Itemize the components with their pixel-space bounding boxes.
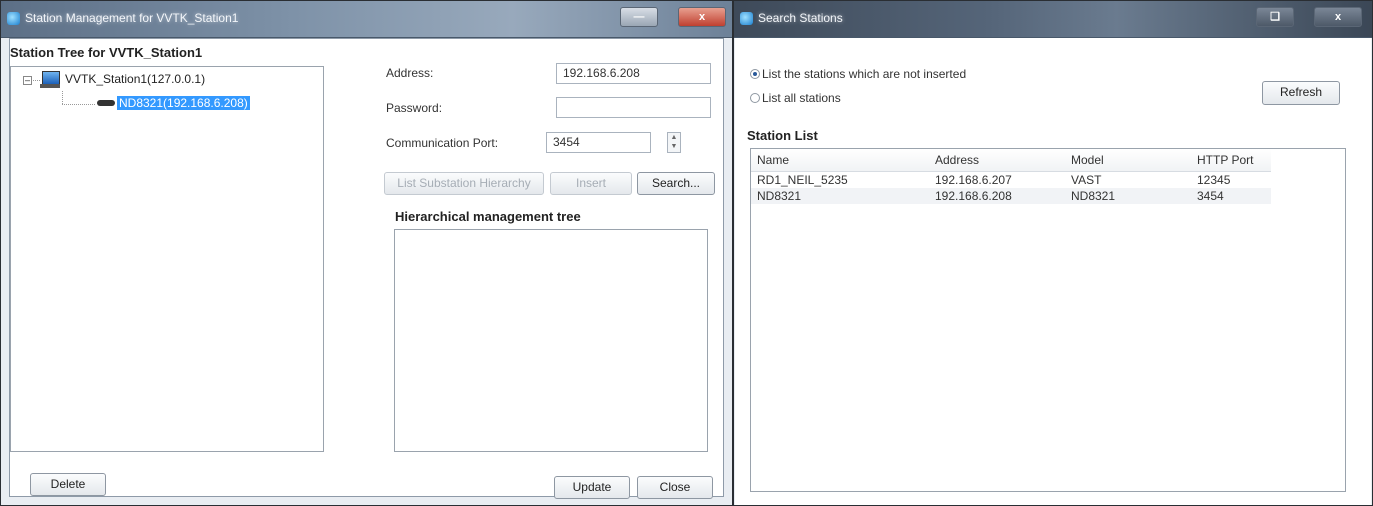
search-stations-window: Search Stations ❏ x List the stations wh…: [733, 0, 1373, 506]
station-list-label: Station List: [747, 128, 818, 143]
column-header-name[interactable]: Name: [751, 149, 929, 172]
cell-address: 192.168.6.208: [929, 188, 1065, 204]
close-button[interactable]: Close: [637, 476, 713, 499]
title-bar-search[interactable]: Search Stations ❏ x: [734, 1, 1372, 38]
hierarchical-tree-label: Hierarchical management tree: [395, 209, 581, 224]
window-title: Station Management for VVTK_Station1: [25, 11, 239, 25]
all-stations-label[interactable]: List all stations: [762, 91, 841, 105]
cell-address: 192.168.6.207: [935, 173, 1012, 187]
insert-button[interactable]: Insert: [550, 172, 632, 195]
search-window-client: List the stations which are not inserted…: [735, 38, 1371, 505]
search-button[interactable]: Search...: [637, 172, 715, 195]
computer-icon-base: [40, 84, 60, 88]
tree-item-station[interactable]: VVTK_Station1(127.0.0.1): [65, 72, 205, 86]
password-label: Password:: [386, 101, 443, 115]
radio-all-stations[interactable]: [750, 93, 760, 103]
tree-line: [33, 80, 40, 81]
station-management-window: Station Management for VVTK_Station1 — x…: [0, 0, 733, 506]
password-field[interactable]: [556, 97, 711, 118]
communication-port-field[interactable]: 3454: [546, 132, 651, 153]
close-window-button[interactable]: x: [678, 7, 726, 27]
address-label: Address:: [386, 66, 434, 80]
search-window-title: Search Stations: [758, 11, 843, 25]
close-search-window-button[interactable]: x: [1314, 7, 1362, 27]
table-row[interactable]: ND8321 192.168.6.208 ND8321 3454: [751, 188, 1271, 204]
communication-port-label: Communication Port:: [386, 136, 499, 150]
hierarchical-tree[interactable]: [394, 229, 708, 452]
list-substation-hierarchy-button[interactable]: List Substation Hierarchy: [384, 172, 544, 195]
restore-button[interactable]: ❏: [1256, 7, 1294, 27]
delete-button[interactable]: Delete: [30, 473, 106, 496]
cell-http-port: 12345: [1197, 173, 1231, 187]
tree-line-vertical: [62, 91, 63, 104]
tree-item-nd8321[interactable]: ND8321(192.168.6.208): [117, 96, 250, 110]
column-header-http-port[interactable]: HTTP Port: [1191, 149, 1271, 172]
tree-line-child: [62, 104, 95, 105]
cell-name: RD1_NEIL_5235: [757, 173, 848, 187]
device-icon: [97, 100, 115, 106]
column-header-address[interactable]: Address: [929, 149, 1065, 172]
table-row[interactable]: RD1_NEIL_5235 192.168.6.207 VAST 12345: [751, 172, 1271, 189]
cell-model: ND8321: [1065, 188, 1191, 204]
minimize-button[interactable]: —: [620, 7, 658, 27]
column-header-model[interactable]: Model: [1065, 149, 1191, 172]
computer-icon: [42, 71, 60, 85]
port-spinner[interactable]: ▲ ▼: [667, 132, 681, 153]
not-inserted-label[interactable]: List the stations which are not inserted: [762, 67, 966, 81]
station-list[interactable]: Name Address Model HTTP Port RD1_NEIL_52…: [750, 148, 1346, 492]
radio-not-inserted[interactable]: [750, 69, 760, 79]
app-icon: [7, 12, 20, 25]
refresh-button[interactable]: Refresh: [1262, 81, 1340, 105]
station-list-table: Name Address Model HTTP Port RD1_NEIL_52…: [751, 149, 1271, 204]
header-row: Name Address Model HTTP Port: [751, 149, 1271, 172]
station-tree[interactable]: – VVTK_Station1(127.0.0.1) ND8321(192.16…: [10, 66, 324, 452]
update-button[interactable]: Update: [554, 476, 630, 499]
cell-model: VAST: [1071, 173, 1102, 187]
title-bar[interactable]: Station Management for VVTK_Station1 — x: [1, 1, 732, 38]
station-tree-label: Station Tree for VVTK_Station1: [10, 45, 203, 60]
app-icon-search: [740, 12, 753, 25]
window-client: Station Tree for VVTK_Station1 – VVTK_St…: [9, 38, 724, 499]
cell-name: ND8321: [751, 188, 929, 204]
cell-http-port: 3454: [1191, 188, 1271, 204]
collapse-icon[interactable]: –: [23, 76, 32, 85]
address-field[interactable]: 192.168.6.208: [556, 63, 711, 84]
